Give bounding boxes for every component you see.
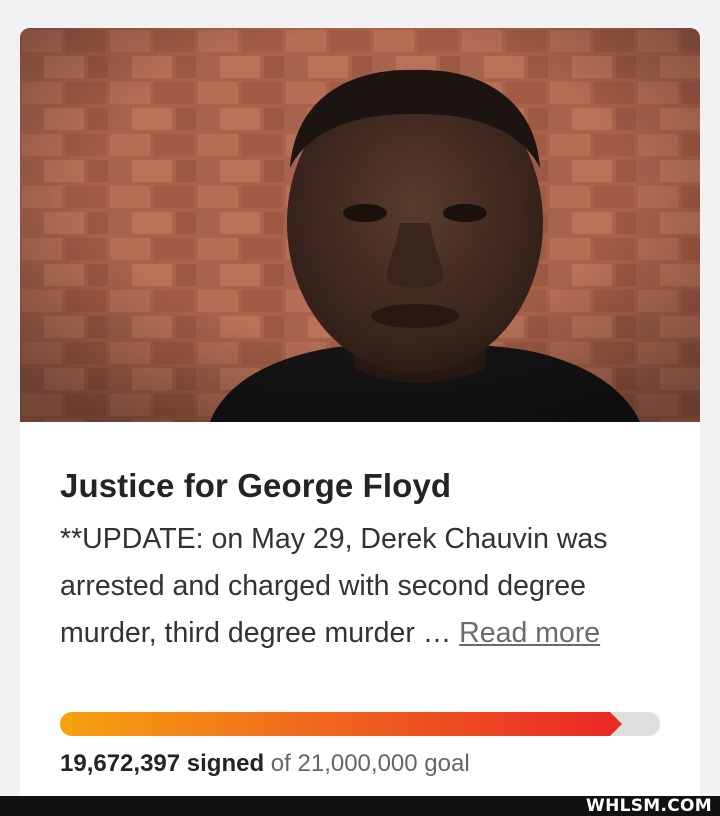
signature-progress-bar — [60, 712, 660, 736]
read-more-link[interactable]: Read more — [459, 617, 600, 649]
watermark-text: WHLSM.COM — [586, 796, 712, 816]
petition-description: **UPDATE: on May 29, Derek Chauvin was a… — [60, 516, 660, 657]
petition-photo[interactable] — [20, 28, 700, 422]
goal-text: of 21,000,000 goal — [264, 750, 470, 777]
petition-card[interactable]: Justice for George Floyd **UPDATE: on Ma… — [20, 28, 700, 796]
signed-count: 19,672,397 signed — [60, 750, 265, 777]
watermark-bar: WHLSM.COM — [0, 796, 720, 816]
petition-photo-image — [20, 28, 700, 422]
signature-progress-fill — [60, 712, 622, 736]
signature-stats: 19,672,397 signed of 21,000,000 goal — [60, 746, 660, 782]
petition-content: Justice for George Floyd **UPDATE: on Ma… — [20, 466, 700, 782]
petition-title[interactable]: Justice for George Floyd — [60, 466, 660, 506]
